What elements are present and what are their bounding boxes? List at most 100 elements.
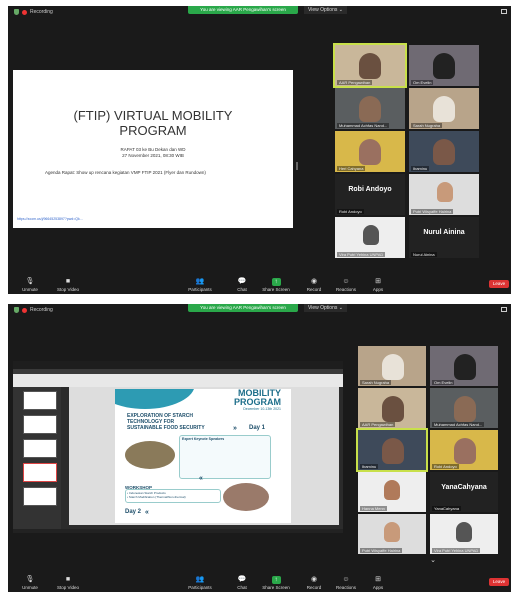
participant-big-name: Robi Andoyo: [348, 186, 392, 193]
meeting-toolbar: 🎙 Unmute ■ Stop Video 👥 Participants 💬 Chat …: [8, 272, 511, 294]
participant-photo: [456, 522, 472, 542]
stop-video-button[interactable]: ■ Stop Video: [48, 278, 88, 292]
participant-name: Robi Andoyo: [337, 209, 364, 214]
record-dot-icon: [22, 307, 27, 313]
slide-thumbnail[interactable]: [23, 463, 57, 482]
slide-thumbnail[interactable]: [23, 415, 57, 434]
participant-video: [359, 96, 381, 122]
slide-thumbnail[interactable]: [23, 439, 57, 458]
apps-button[interactable]: ⊞ Apps: [358, 576, 398, 590]
ppt-ribbon: [13, 374, 343, 387]
speakers-title: Expert Keynote Speakers: [182, 437, 225, 441]
slide-subtitle: RAPAT 03 ke Bu Dekan dan WD 27 November …: [13, 147, 293, 159]
video-tile[interactable]: Vira Putri Yehina UNPAD: [335, 217, 405, 258]
participant-name: Muhammad Achfas Nand...: [337, 123, 390, 128]
video-tile[interactable]: Hanna Menn: [358, 472, 426, 512]
poster-head2: PROGRAM: [234, 397, 281, 407]
video-tile[interactable]: Sarah Nugraha: [358, 346, 426, 386]
apps-grid-icon: ⊞: [375, 278, 381, 285]
slide-link[interactable]: https://zoom.us/j/96645253897?pwd=Qk...: [17, 217, 83, 221]
video-tile[interactable]: Muhammad Achfas Nand...: [430, 388, 498, 428]
slide-thumbnail[interactable]: [23, 391, 57, 410]
video-tile[interactable]: AAR Pengawihan: [333, 43, 407, 88]
stop-video-button[interactable]: ■ Stop Video: [48, 576, 88, 590]
participant-name: AAR Pengawihan: [360, 422, 396, 427]
reactions-label: Reactions: [335, 287, 356, 292]
smiley-icon: ☺: [342, 576, 350, 583]
chevron-icon: »: [233, 425, 237, 432]
slide-thumbnail[interactable]: [23, 487, 57, 506]
fullscreen-icon[interactable]: [501, 307, 507, 312]
record-label: Record: [306, 585, 322, 590]
participant-name: Ibaminu: [360, 464, 379, 469]
video-tile[interactable]: Ibaminu: [356, 428, 428, 472]
participants-button[interactable]: 👥 Participants: [180, 576, 220, 590]
participant-video: [359, 139, 381, 165]
participant-big-name: YanaCahyana: [441, 484, 487, 491]
share-arrow-icon: ↑: [271, 278, 281, 286]
unmute-button[interactable]: 🎙 Unmute: [10, 576, 50, 590]
mic-muted-icon: 🎙: [25, 576, 35, 583]
fullscreen-icon[interactable]: [501, 9, 507, 14]
powerpoint-window: MOBILITY PROGRAM December 10-13th 2021 E…: [13, 361, 343, 533]
unmute-label: Unmute: [22, 585, 38, 590]
participant-name: Putri Wisyaffe Hairina: [360, 548, 403, 553]
video-tile[interactable]: Om Evelin: [430, 346, 498, 386]
unmute-label: Unmute: [22, 287, 38, 292]
participant-video: [382, 438, 404, 464]
reactions-label: Reactions: [335, 585, 356, 590]
video-tile[interactable]: Ibaminu: [409, 131, 479, 172]
leave-button[interactable]: Leave: [489, 280, 509, 288]
apps-button[interactable]: ⊞ Apps: [358, 278, 398, 292]
viewing-banner: You are viewing AAR Pengawihan's screen: [188, 6, 298, 14]
participant-photo: [437, 182, 453, 202]
share-screen-button[interactable]: ↑ Share Screen: [256, 576, 296, 590]
participant-video: [382, 396, 404, 422]
recording-indicator: Recording: [14, 9, 53, 15]
slide-sub2: 27 November 2021, 08:30 WIB: [122, 153, 184, 158]
record-icon: ◉: [310, 576, 318, 583]
video-tile[interactable]: Vira Putri Yehina UNPAD: [430, 514, 498, 554]
view-options-button[interactable]: View Options ⌄: [304, 6, 347, 14]
participant-name: AAR Pengawihan: [337, 80, 373, 85]
shield-icon: [14, 307, 19, 313]
splitter-handle[interactable]: [296, 162, 298, 170]
video-tile[interactable]: YanaCahyana YanaCahyana: [430, 472, 498, 512]
participant-name: Ibaminu: [411, 166, 430, 171]
stop-video-label: Stop Video: [57, 585, 79, 590]
meeting-toolbar: 🎙 Unmute ■ Stop Video 👥 Participants 💬 Chat …: [8, 570, 511, 592]
video-tile[interactable]: AAR Pengawihan: [358, 388, 426, 428]
leave-button[interactable]: Leave: [489, 578, 509, 586]
video-tile[interactable]: Robi Andoyo: [430, 430, 498, 470]
participants-button[interactable]: 👥 Participants: [180, 278, 220, 292]
shield-icon: [14, 9, 19, 15]
participant-name: Vira Putri Yehina UNPAD: [337, 252, 386, 257]
share-screen-label: Share Screen: [262, 287, 290, 292]
video-tile[interactable]: Muhammad Achfas Nand...: [335, 88, 405, 129]
participant-name: Hanna Menn: [360, 506, 387, 511]
participant-name: Robi Andoyo: [432, 464, 459, 469]
video-tile[interactable]: Robi Andoyo Robi Andoyo: [335, 174, 405, 215]
video-tile[interactable]: Heri Cahyana: [335, 131, 405, 172]
poster-heading: MOBILITY PROGRAM: [173, 389, 291, 407]
video-tile[interactable]: Sarah Nugraha: [409, 88, 479, 129]
share-screen-button[interactable]: ↑ Share Screen: [256, 278, 296, 292]
participants-label: Participants: [188, 287, 212, 292]
participant-video: [433, 53, 455, 79]
video-tile[interactable]: Putri Wisyaffe Hairina: [358, 514, 426, 554]
ppt-title-bar: [13, 361, 343, 369]
poster-topic: EXPLORATION OF STARCH TECHNOLOGY FOR SUS…: [127, 413, 205, 431]
view-options-button[interactable]: View Options ⌄: [304, 304, 347, 312]
share-arrow-icon: ↑: [271, 576, 281, 584]
chat-label: Chat: [237, 585, 247, 590]
apps-label: Apps: [372, 585, 384, 590]
participant-photo: [363, 225, 379, 245]
video-tile[interactable]: Nurul Ainina Nurul Ainina: [409, 217, 479, 258]
video-tile[interactable]: Putri Wisyaffe Hairina: [409, 174, 479, 215]
ppt-status-bar: [13, 529, 343, 533]
slide-thumbnails: [13, 387, 61, 529]
chevron-down-icon[interactable]: ⌄: [426, 556, 440, 566]
unmute-button[interactable]: 🎙 Unmute: [10, 278, 50, 292]
video-tile[interactable]: Om Evelin: [409, 45, 479, 86]
record-dot-icon: [22, 9, 27, 15]
